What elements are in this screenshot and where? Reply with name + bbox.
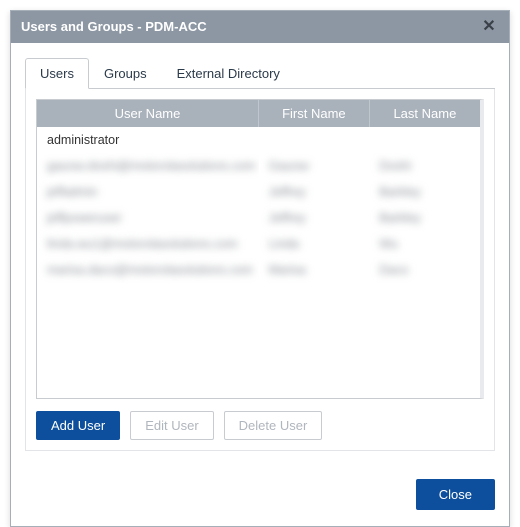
user-actions: Add User Edit User Delete User [36, 411, 484, 440]
cell-last: Barkley [369, 179, 480, 205]
close-icon[interactable]: ✕ [479, 11, 499, 43]
cell-user: marisa.daco@motorolasolutions.com [37, 257, 259, 283]
cell-last: Wu [369, 231, 480, 257]
table-row[interactable]: jeffadminJeffreyBarkley [37, 179, 480, 205]
tab-users[interactable]: Users [25, 58, 89, 89]
dialog-title: Users and Groups - PDM-ACC [21, 11, 207, 43]
tab-label: External Directory [177, 66, 280, 81]
tab-label: Users [40, 66, 74, 81]
tab-external-directory[interactable]: External Directory [162, 58, 295, 89]
cell-last: Barkley [369, 205, 480, 231]
delete-user-button[interactable]: Delete User [224, 411, 323, 440]
col-header-lastname[interactable]: Last Name [369, 100, 480, 127]
cell-user: jeffpoweruser [37, 205, 259, 231]
cell-first: Jeffrey [259, 205, 370, 231]
table-row[interactable]: gaurav.doshi@motorolasolutions.comGaurav… [37, 153, 480, 179]
col-header-username[interactable]: User Name [37, 100, 259, 127]
table-row[interactable]: jeffpoweruserJeffreyBarkley [37, 205, 480, 231]
table-body: administratorgaurav.doshi@motorolasoluti… [37, 127, 480, 283]
close-button[interactable]: Close [416, 479, 495, 510]
tab-groups[interactable]: Groups [89, 58, 162, 89]
cell-last: Doshi [369, 153, 480, 179]
table-row[interactable]: marisa.daco@motorolasolutions.comMarisaD… [37, 257, 480, 283]
tab-label: Groups [104, 66, 147, 81]
table-row[interactable]: administrator [37, 127, 480, 153]
dialog-body: Users Groups External Directory User Nam… [11, 43, 509, 465]
dialog-titlebar: Users and Groups - PDM-ACC ✕ [11, 11, 509, 43]
table-header-row: User Name First Name Last Name [37, 100, 480, 127]
table-row[interactable]: linda.wu1@motorolasolutions.comLindaWu [37, 231, 480, 257]
cell-first: Marisa [259, 257, 370, 283]
cell-last: Daco [369, 257, 480, 283]
users-table: User Name First Name Last Name administr… [37, 100, 480, 283]
users-table-wrap: User Name First Name Last Name administr… [36, 99, 484, 399]
cell-first: Gaurav [259, 153, 370, 179]
tab-bar: Users Groups External Directory [25, 57, 495, 89]
add-user-button[interactable]: Add User [36, 411, 120, 440]
cell-last [369, 127, 480, 153]
cell-user: linda.wu1@motorolasolutions.com [37, 231, 259, 257]
tab-panel-users: User Name First Name Last Name administr… [25, 89, 495, 451]
cell-first: Jeffrey [259, 179, 370, 205]
cell-first: Linda [259, 231, 370, 257]
cell-user: gaurav.doshi@motorolasolutions.com [37, 153, 259, 179]
col-header-firstname[interactable]: First Name [259, 100, 370, 127]
cell-first [259, 127, 370, 153]
cell-user: jeffadmin [37, 179, 259, 205]
users-groups-dialog: Users and Groups - PDM-ACC ✕ Users Group… [10, 10, 510, 527]
cell-user: administrator [37, 127, 259, 153]
edit-user-button[interactable]: Edit User [130, 411, 213, 440]
